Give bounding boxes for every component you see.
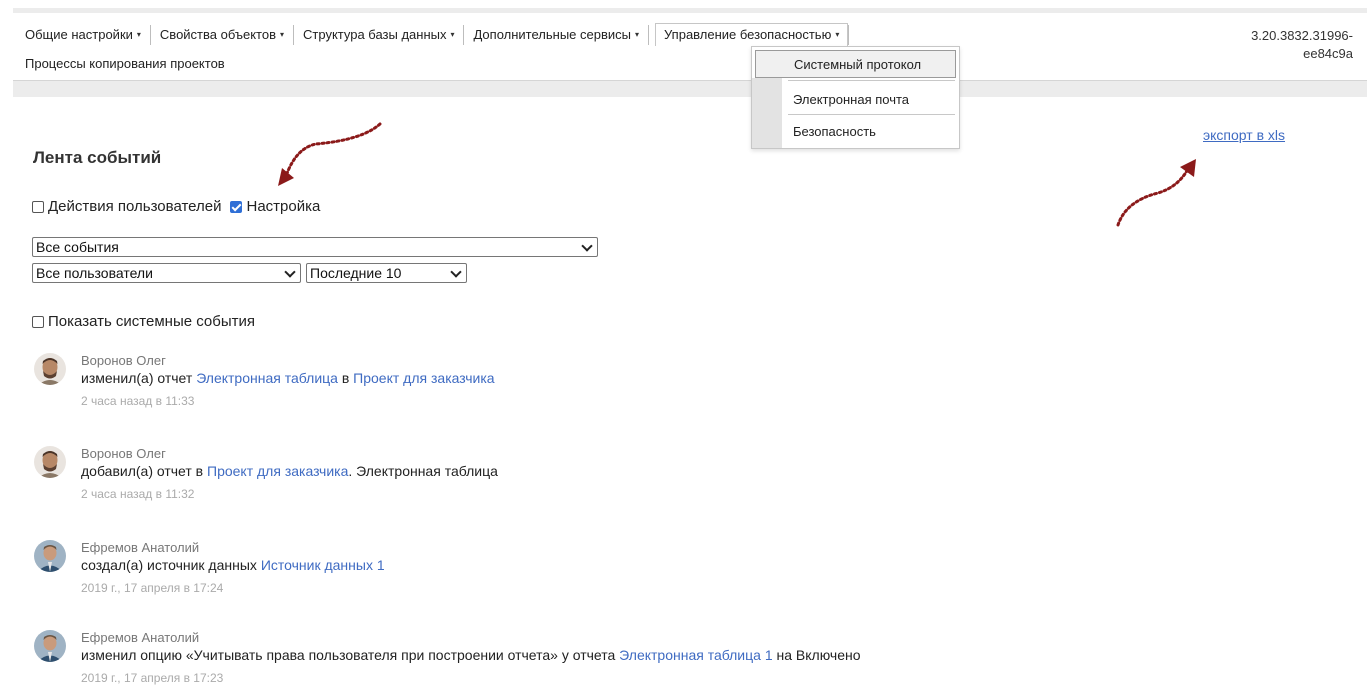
system-events-label: Показать системные события (48, 313, 255, 330)
event-text-part: на Включено (772, 647, 861, 663)
system-events-row: Показать системные события (32, 313, 261, 330)
dropdown-divider (788, 114, 955, 115)
event-timestamp: 2019 г., 17 апреля в 17:23 (81, 671, 224, 685)
filter-row: Действия пользователей Настройка (32, 198, 326, 215)
top-navigation-bar: Общие настройки ▾ Свойства объектов ▾ Ст… (13, 13, 1367, 81)
event-text-part: . Электронная таблица (348, 463, 498, 479)
project-link[interactable]: Проект для заказчика (353, 370, 494, 386)
user-actions-checkbox[interactable] (32, 200, 44, 213)
chevron-down-icon (284, 266, 296, 278)
event-text-part: изменил(а) отчет (81, 370, 197, 386)
user-select-value: Все пользователи (36, 265, 153, 281)
event-author: Ефремов Анатолий (81, 630, 200, 645)
system-events-checkbox[interactable] (32, 315, 44, 328)
user-select[interactable]: Все пользователи (32, 263, 301, 283)
avatar (34, 630, 66, 662)
avatar (34, 446, 66, 478)
avatar (34, 353, 66, 385)
event-description: добавил(а) отчет в Проект для заказчика.… (81, 462, 498, 480)
menu-label: Управление безопасностью (664, 27, 832, 42)
version-label: 3.20.3832.31996- ee84c9a (1251, 27, 1353, 63)
main-menu: Общие настройки ▾ Свойства объектов ▾ Ст… (25, 23, 858, 46)
page-title: Лента событий (33, 148, 162, 167)
event-text: Воронов Олег добавил(а) отчет в Проект д… (81, 446, 498, 501)
caret-down-icon: ▾ (835, 30, 840, 39)
dropdown-divider (788, 80, 955, 81)
menu-additional-services[interactable]: Дополнительные сервисы ▾ (473, 27, 646, 42)
menu-divider (463, 24, 465, 45)
caret-down-icon: ▾ (634, 30, 639, 39)
event-type-value: Все события (36, 239, 119, 255)
menu-divider (293, 24, 295, 45)
project-link[interactable]: Проект для заказчика (207, 463, 348, 479)
event-text: Воронов Олег изменил(а) отчет Электронна… (81, 353, 495, 408)
menu-label: Общие настройки (25, 27, 133, 42)
event-author: Воронов Олег (81, 446, 166, 461)
event-text-part: добавил(а) отчет в (81, 463, 207, 479)
dropdown-item-label: Безопасность (793, 123, 876, 139)
event-description: создал(а) источник данных Источник данны… (81, 556, 385, 574)
event-timestamp: 2 часа назад в 11:32 (81, 487, 195, 501)
dropdown-item-system-log[interactable]: Системный протокол (755, 50, 956, 78)
menu-database-structure[interactable]: Структура базы данных ▾ (303, 27, 461, 42)
menu-label: Свойства объектов (159, 27, 276, 42)
dropdown-item-label: Системный протокол (794, 56, 922, 72)
menu-divider (648, 24, 649, 45)
event-timestamp: 2 часа назад в 11:33 (81, 394, 195, 408)
menu-divider (149, 24, 151, 45)
dropdown-item-security[interactable]: Безопасность (753, 116, 958, 146)
event-timestamp: 2019 г., 17 апреля в 17:24 (81, 581, 224, 595)
version-line-2: ee84c9a (1303, 46, 1353, 61)
menu-security-management[interactable]: Управление безопасностью ▾ (655, 23, 849, 46)
event-text: Ефремов Анатолий создал(а) источник данн… (81, 540, 385, 595)
count-select-value: Последние 10 (310, 265, 402, 281)
event-type-select[interactable]: Все события (32, 237, 598, 257)
caret-down-icon: ▾ (136, 30, 141, 39)
menu-label: Структура базы данных (303, 27, 447, 42)
event-description: изменил(а) отчет Электронная таблица в П… (81, 369, 495, 387)
chevron-down-icon (581, 240, 593, 252)
security-dropdown-menu: Системный протокол Электронная почта Без… (751, 46, 960, 149)
caret-down-icon: ▾ (280, 30, 285, 39)
event-description: изменил опцию «Учитывать права пользоват… (81, 646, 861, 664)
event-text-part: в (337, 370, 354, 386)
export-xls-link[interactable]: экспорт в xls (1203, 127, 1285, 143)
user-actions-label: Действия пользователей (48, 198, 222, 215)
dotted-arrow-icon (1116, 159, 1196, 227)
report-link[interactable]: Электронная таблица 1 (619, 647, 772, 663)
menu-label: Дополнительные сервисы (473, 27, 631, 42)
menu-object-properties[interactable]: Свойства объектов ▾ (160, 27, 291, 42)
settings-label: Настройка (246, 198, 321, 215)
version-line-1: 3.20.3832.31996- (1251, 28, 1353, 43)
event-author: Ефремов Анатолий (81, 540, 200, 555)
report-link[interactable]: Электронная таблица (196, 370, 338, 386)
event-text: Ефремов Анатолий изменил опцию «Учитыват… (81, 630, 861, 685)
avatar (34, 540, 66, 572)
datasource-link[interactable]: Источник данных 1 (261, 557, 385, 573)
event-author: Воронов Олег (81, 353, 166, 368)
chevron-down-icon (450, 266, 462, 278)
menu-general-settings[interactable]: Общие настройки ▾ (25, 27, 148, 42)
dropdown-item-label: Электронная почта (793, 91, 910, 107)
event-text-part: изменил опцию «Учитывать права пользоват… (81, 647, 620, 663)
settings-checkbox[interactable] (230, 200, 243, 213)
caret-down-icon: ▾ (450, 30, 455, 39)
menu-divider (848, 24, 850, 45)
menu-project-copy-processes[interactable]: Процессы копирования проектов (25, 56, 225, 71)
count-select[interactable]: Последние 10 (306, 263, 467, 283)
dotted-arrow-icon (278, 122, 382, 186)
event-text-part: создал(а) источник данных (81, 557, 261, 573)
dropdown-item-email[interactable]: Электронная почта (753, 84, 958, 114)
